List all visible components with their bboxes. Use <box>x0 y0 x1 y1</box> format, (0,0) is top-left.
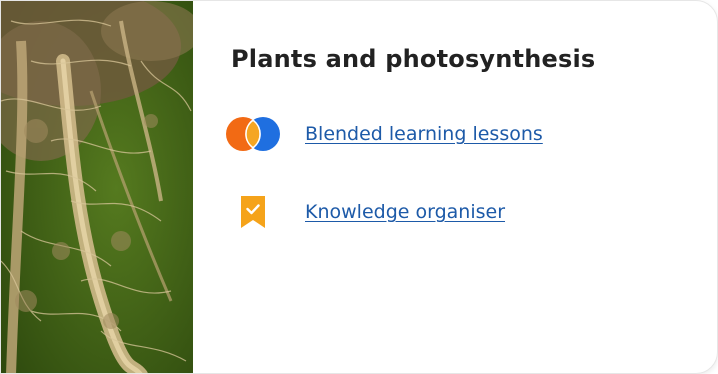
plant-roots-image <box>1 1 193 373</box>
card-title: Plants and photosynthesis <box>231 45 596 73</box>
bookmark-check-icon <box>225 193 281 231</box>
resource-blended-learning[interactable]: Blended learning lessons <box>226 115 543 153</box>
blended-learning-link[interactable]: Blended learning lessons <box>305 123 543 145</box>
topic-card: Plants and photosynthesis Blended learni… <box>0 0 718 374</box>
blended-learning-icon <box>225 115 281 153</box>
card-content: Plants and photosynthesis Blended learni… <box>226 45 697 228</box>
plant-roots-illustration <box>1 1 193 373</box>
resource-knowledge-organiser[interactable]: Knowledge organiser <box>231 193 505 231</box>
knowledge-organiser-link[interactable]: Knowledge organiser <box>305 201 505 223</box>
